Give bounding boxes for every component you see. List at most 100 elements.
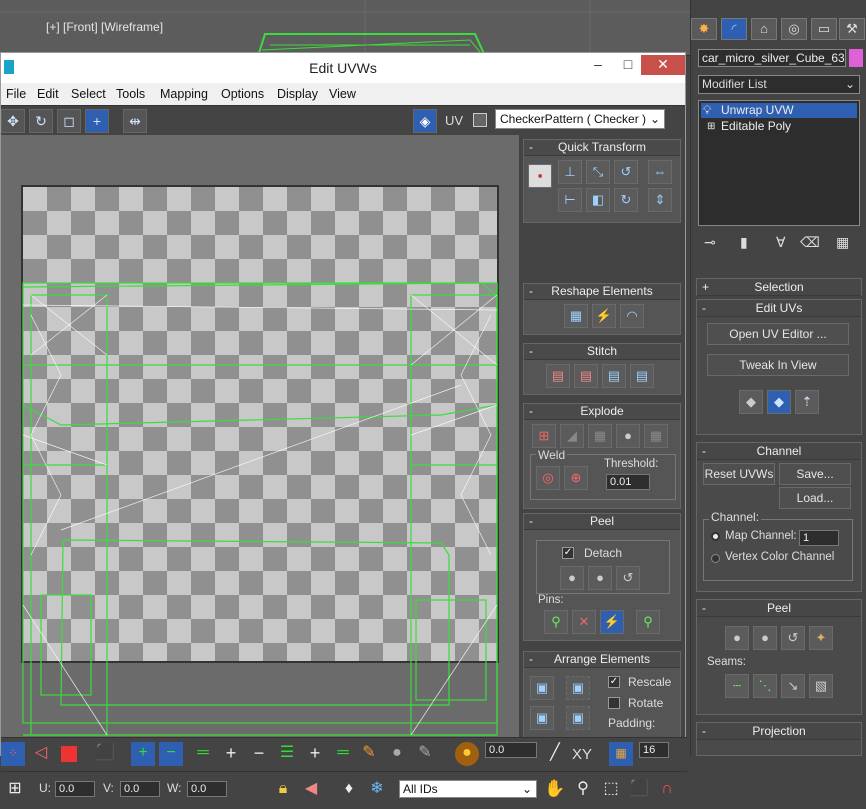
threshold-input[interactable]: 0.01 — [606, 474, 650, 490]
grow-selection-icon[interactable]: + — [131, 742, 155, 766]
rotate-icon[interactable]: ↻ — [29, 109, 53, 133]
expand-seams-icon[interactable]: ▧ — [809, 674, 833, 698]
align-horizontal-icon[interactable]: ⊥ — [558, 160, 582, 184]
pivot-icon[interactable]: ▪ — [528, 164, 552, 188]
menu-mapping[interactable]: Mapping — [160, 87, 208, 101]
quick-planar-map-icon[interactable]: ◆ — [739, 390, 763, 414]
face-mode-icon[interactable] — [57, 742, 81, 766]
checker-pattern-select[interactable]: CheckerPattern ( Checker ) ⌄ — [495, 109, 665, 129]
detach-checkbox[interactable]: ✓ — [562, 547, 574, 559]
load-button[interactable]: Load... — [779, 487, 851, 509]
menu-options[interactable]: Options — [221, 87, 264, 101]
edit-seams-icon[interactable]: ┄ — [725, 674, 749, 698]
circle-icon[interactable]: ◠ — [620, 304, 644, 328]
loop-minus-icon[interactable]: ═ — [331, 742, 355, 766]
pack-together-icon[interactable]: ▣ — [566, 676, 590, 700]
zoom-region-icon[interactable]: ⬚ — [599, 778, 623, 802]
straighten-icon[interactable]: ◧ — [586, 188, 610, 212]
hierarchy-tab-icon[interactable]: ⌂ — [751, 18, 777, 40]
weld-target-icon[interactable]: ◎ — [536, 466, 560, 490]
uv-axis-label[interactable]: UV — [445, 113, 463, 128]
pack-normalize-icon[interactable]: ▣ — [530, 676, 554, 700]
pin-icon[interactable]: ⚲ — [544, 610, 568, 634]
grid-snap-icon[interactable]: ▦ — [609, 742, 633, 766]
make-unique-icon[interactable]: ∀ — [776, 234, 786, 251]
save-button[interactable]: Save... — [779, 463, 851, 485]
ids-select[interactable]: All IDs ⌄ — [399, 780, 537, 798]
display-tab-icon[interactable]: ▭ — [811, 18, 837, 40]
uv-wireframe[interactable] — [1, 135, 519, 739]
peel-mode-icon[interactable]: ● — [588, 566, 612, 590]
tweak-in-view-button[interactable]: Tweak In View — [707, 354, 849, 376]
motion-tab-icon[interactable]: ◎ — [781, 18, 807, 40]
rotate-ccw-icon[interactable]: ↺ — [614, 160, 638, 184]
edge-mode-icon[interactable]: ◁ — [29, 742, 53, 766]
reset-uvws-button[interactable]: Reset UVWs — [703, 463, 775, 485]
peel-mode-icon[interactable]: ● — [753, 626, 777, 650]
snap-magnet-icon[interactable]: ∩ — [655, 778, 679, 802]
unpin-icon[interactable]: ✕ — [572, 610, 596, 634]
edit-uvs-header[interactable]: - Edit UVs — [697, 300, 861, 317]
weld-selected-icon[interactable]: ⊕ — [564, 466, 588, 490]
freeform-icon[interactable]: + — [85, 109, 109, 133]
freeze-icon[interactable]: ❄ — [365, 778, 389, 802]
map-channel-radio[interactable] — [711, 532, 720, 541]
ring-minus-icon[interactable]: − — [247, 742, 271, 766]
reshape-elements-header[interactable]: - Reshape Elements — [524, 284, 680, 300]
maximize-button[interactable]: □ — [613, 55, 643, 75]
align-diagonal-icon[interactable]: ⤡ — [586, 160, 610, 184]
u-input[interactable]: 0.0 — [55, 781, 95, 797]
expand-icon[interactable]: ⊞ — [707, 119, 715, 134]
stitch-to-target-icon[interactable]: ▤ — [546, 364, 570, 388]
rotate-checkbox[interactable] — [608, 697, 620, 709]
arrange-elements-header[interactable]: - Arrange Elements — [524, 652, 680, 668]
auto-pin-icon[interactable]: ⚡ — [600, 610, 624, 634]
quick-peel-icon[interactable]: ● — [725, 626, 749, 650]
reset-peel-icon[interactable]: ↺ — [781, 626, 805, 650]
utilities-tab-icon[interactable]: ⚒ — [839, 18, 865, 40]
menu-select[interactable]: Select — [71, 87, 106, 101]
menu-file[interactable]: File — [6, 87, 26, 101]
zoom-icon[interactable]: ⚲ — [571, 778, 595, 802]
vertex-color-channel-radio[interactable] — [711, 554, 720, 563]
paint-grow-icon[interactable]: ● — [385, 742, 409, 766]
absolute-mode-icon[interactable]: ⊞ — [3, 778, 27, 802]
explode-header[interactable]: - Explode — [524, 404, 680, 420]
pack-selected-icon[interactable]: ▣ — [566, 706, 590, 730]
stitch-custom-icon[interactable]: ▤ — [630, 364, 654, 388]
stitch-header[interactable]: - Stitch — [524, 344, 680, 360]
stack-item-unwrap-uvw[interactable]: 💡︎ Unwrap UVW — [701, 103, 857, 118]
move-icon[interactable]: ✥ — [1, 109, 25, 133]
menu-display[interactable]: Display — [277, 87, 318, 101]
object-color-swatch[interactable] — [849, 49, 863, 67]
peel-command-header[interactable]: - Peel — [697, 600, 861, 617]
loop-plus-icon[interactable]: + — [303, 742, 327, 766]
modifier-list-dropdown[interactable]: Modifier List ⌄ — [698, 75, 860, 94]
light-icon[interactable]: ♦ — [337, 778, 361, 802]
quick-map-gizmo-icon[interactable]: ◆ — [767, 390, 791, 414]
open-uv-editor-button[interactable]: Open UV Editor ... — [707, 323, 849, 345]
soft-selection-icon[interactable]: ● — [455, 742, 479, 766]
lightbulb-icon[interactable]: 💡︎ — [703, 103, 711, 118]
window-titlebar[interactable]: Edit UVWs – □ ✕ — [1, 53, 685, 83]
loop-grow-icon[interactable]: ☰ — [275, 742, 299, 766]
stitch-to-source-icon[interactable]: ▤ — [602, 364, 626, 388]
menu-tools[interactable]: Tools — [116, 87, 145, 101]
mirror-icon[interactable]: ⇹ — [123, 109, 147, 133]
map-channel-input[interactable]: 1 — [799, 530, 839, 546]
ring-grow-icon[interactable]: ═ — [191, 742, 215, 766]
hide-icon[interactable]: ◀ — [299, 778, 323, 802]
zoom-extents-icon[interactable]: ⬛ — [627, 778, 651, 802]
minimize-button[interactable]: – — [583, 55, 613, 75]
list-icon[interactable] — [473, 113, 487, 127]
xy-label[interactable]: XY — [572, 746, 592, 763]
remove-modifier-icon[interactable]: ⌫ — [800, 234, 820, 251]
point-to-point-seams-icon[interactable]: ⋱ — [753, 674, 777, 698]
w-input[interactable]: 0.0 — [187, 781, 227, 797]
viewport-front-wireframe[interactable]: [+] [Front] [Wireframe] — [0, 0, 690, 56]
paint-select-icon[interactable]: ✎ — [357, 742, 381, 766]
channel-header[interactable]: - Channel — [697, 443, 861, 460]
scale-icon[interactable]: ◻ — [57, 109, 81, 133]
stitch-average-icon[interactable]: ▤ — [574, 364, 598, 388]
element-mode-icon[interactable]: ⬛ — [93, 742, 117, 766]
